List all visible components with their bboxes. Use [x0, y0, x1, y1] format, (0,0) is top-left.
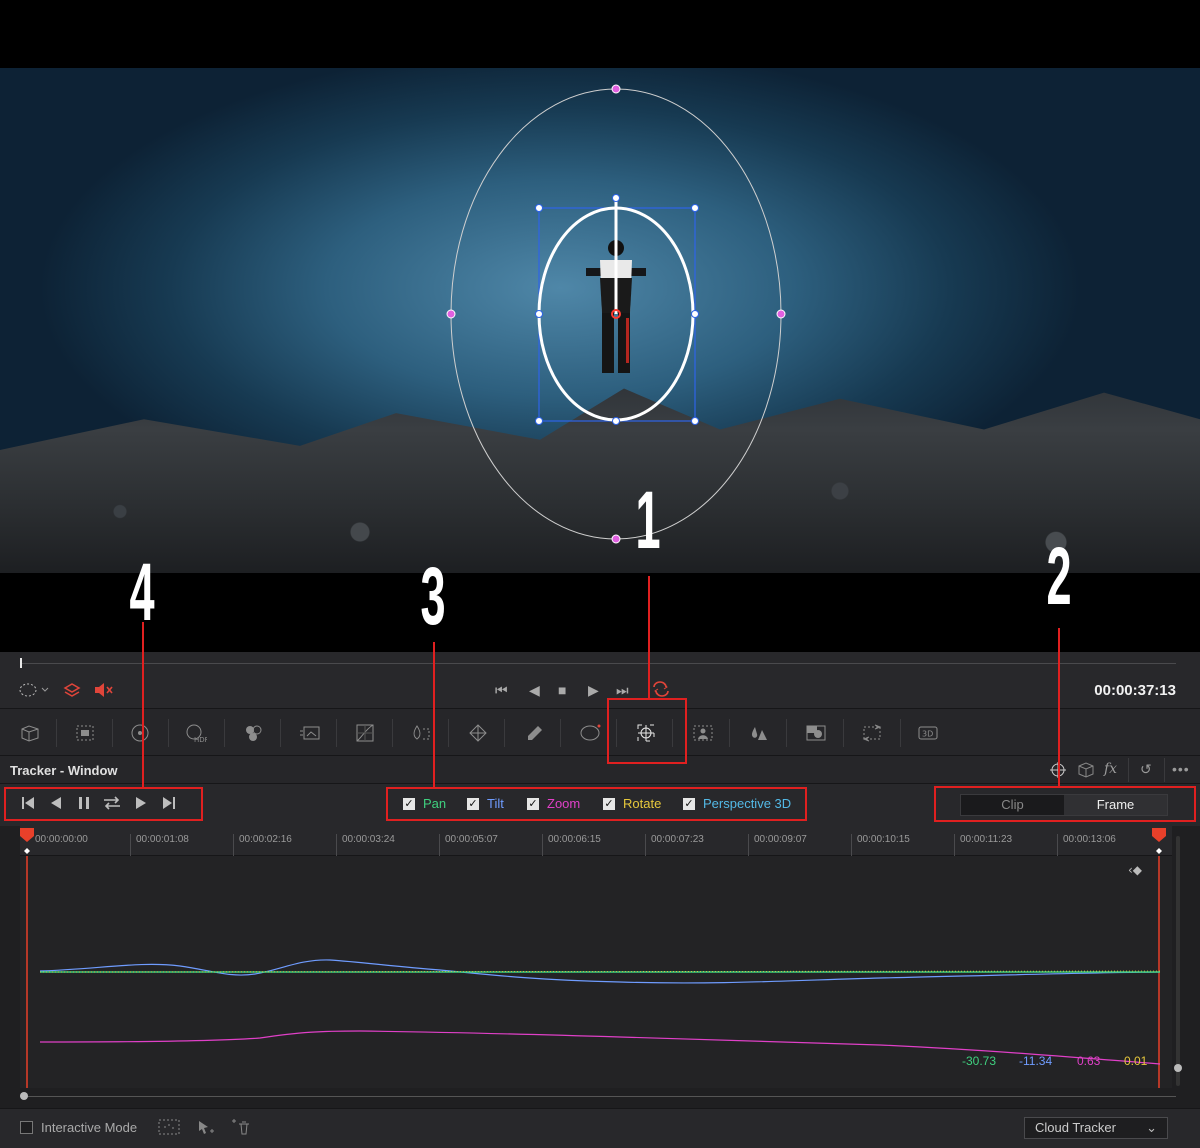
highlight-box-tracking-buttons — [4, 787, 203, 821]
callout-4-leader — [142, 622, 144, 787]
tilt-readout: -11.34 — [1019, 1054, 1053, 1068]
tick-label: 00:00:07:23 — [645, 834, 704, 856]
viewer[interactable]: 1 2 3 4 — [0, 0, 1200, 652]
color-palette-toolbar: HDR 3D — [0, 708, 1200, 756]
stop-icon[interactable]: ■ — [558, 682, 566, 698]
insert-feature-points-icon[interactable] — [158, 1119, 180, 1138]
reset-icon[interactable]: ↺ — [1140, 761, 1152, 778]
qualifier-icon[interactable] — [464, 721, 492, 745]
tick-label: 00:00:02:16 — [233, 834, 292, 856]
tick-label: 00:00:06:15 — [542, 834, 601, 856]
callout-1: 1 — [635, 475, 661, 566]
softness-handle-left — [446, 309, 456, 319]
play-icon[interactable]: ▶ — [588, 682, 599, 699]
mute-speaker-icon[interactable] — [94, 682, 114, 701]
primaries-icon[interactable] — [126, 721, 154, 745]
3d-box-icon[interactable] — [1076, 761, 1096, 782]
hdr-icon[interactable]: HDR — [182, 721, 210, 745]
vertical-zoom-handle[interactable] — [1174, 1064, 1182, 1072]
window-overlay[interactable] — [0, 0, 1200, 652]
zoom-readout: 0.63 — [1077, 1054, 1101, 1068]
tick-label: 00:00:05:07 — [439, 834, 498, 856]
window-shape-menu-icon[interactable] — [18, 681, 52, 702]
horizontal-zoom-handle[interactable] — [20, 1092, 28, 1100]
interactive-mode-label: Interactive Mode — [41, 1120, 138, 1135]
scrubber-playhead[interactable] — [20, 658, 22, 668]
color-match-icon[interactable] — [71, 721, 99, 745]
tick-label: 00:00:10:15 — [851, 834, 910, 856]
tick-label: 00:00:09:07 — [748, 834, 807, 856]
key-icon[interactable] — [802, 721, 830, 745]
blur-icon[interactable] — [745, 721, 773, 745]
play-reverse-icon[interactable]: ◀ — [529, 682, 540, 699]
callout-2: 2 — [1046, 531, 1072, 622]
layers-icon[interactable] — [63, 681, 81, 702]
callout-2-leader — [1058, 628, 1060, 786]
tick-label: 00:00:01:08 — [130, 834, 189, 856]
softness-handle-right — [776, 309, 786, 319]
window-icon[interactable] — [576, 721, 604, 745]
callout-3-leader — [433, 642, 435, 787]
tick-label: 00:00:13:06 — [1057, 834, 1116, 856]
svg-text:3D: 3D — [922, 730, 933, 739]
delete-points-icon[interactable] — [230, 1119, 250, 1138]
magic-mask-icon[interactable] — [689, 721, 717, 745]
vertical-zoom-slider[interactable] — [1176, 836, 1180, 1086]
curves-icon[interactable] — [351, 721, 379, 745]
color-warper-icon[interactable] — [407, 721, 435, 745]
tracker-type-value: Cloud Tracker — [1035, 1120, 1116, 1135]
palette-title: Tracker - Window — [10, 763, 118, 778]
rgb-mixer-icon[interactable] — [239, 721, 267, 745]
palette-header: Tracker - Window fx ↺ ••• — [0, 756, 1200, 784]
camera-raw-icon[interactable] — [16, 721, 44, 745]
rotate-readout: 0.01 — [1124, 1054, 1148, 1068]
eyedropper-icon[interactable] — [520, 721, 548, 745]
softness-handle-top — [611, 84, 621, 94]
callout-3: 3 — [420, 551, 446, 642]
tick-label: 00:00:11:23 — [954, 834, 1012, 856]
highlight-box-tracker-tool — [607, 698, 687, 764]
tick-label: 00:00:00:00 — [35, 834, 88, 845]
skip-to-end-icon[interactable]: ⏭ — [616, 682, 629, 699]
fx-icon[interactable]: fx — [1104, 761, 1117, 777]
highlight-box-tracking-checkboxes — [386, 787, 807, 821]
highlight-box-clip-frame — [934, 786, 1196, 822]
3d-icon[interactable]: 3D — [914, 721, 942, 745]
tick-label: 00:00:03:24 — [336, 834, 395, 856]
tracker-footer: Interactive Mode Cloud Tracker ⌄ — [0, 1108, 1200, 1148]
softness-handle-bottom — [611, 534, 621, 544]
svg-text:HDR: HDR — [194, 736, 207, 743]
timecode-display: 00:00:37:13 — [1094, 682, 1176, 699]
out-point-marker[interactable] — [1152, 828, 1166, 856]
callout-1-leader — [648, 576, 650, 698]
pan-readout: -30.73 — [962, 1054, 997, 1068]
chevron-down-icon: ⌄ — [1146, 1120, 1157, 1135]
tracker-type-select[interactable]: Cloud Tracker ⌄ — [1024, 1117, 1168, 1139]
motion-effects-icon[interactable] — [296, 721, 324, 745]
interactive-mode-checkbox[interactable] — [20, 1121, 33, 1134]
horizontal-zoom-slider[interactable] — [20, 1096, 1176, 1097]
skip-to-start-icon[interactable]: ⏮ — [495, 682, 508, 699]
keyframe-nav-icon: ‹◆ — [1128, 863, 1143, 877]
more-options-icon[interactable]: ••• — [1172, 761, 1190, 777]
in-point-marker[interactable] — [20, 828, 34, 856]
track-curves-plot[interactable]: ‹◆ -30.73 -11.34 0.63 0.01 — [20, 856, 1172, 1088]
tracker-graph[interactable]: 00:00:00:00 00:00:01:08 00:00:02:16 00:0… — [0, 826, 1200, 1108]
sizing-icon[interactable] — [858, 721, 886, 745]
set-tracker-points-icon[interactable] — [196, 1119, 214, 1138]
time-ruler[interactable]: 00:00:00:00 00:00:01:08 00:00:02:16 00:0… — [20, 826, 1172, 856]
transport-bar: ⏮ ◀ ■ ▶ ⏭ 00:00:37:13 — [0, 652, 1200, 708]
scrubber-track[interactable] — [20, 663, 1176, 664]
